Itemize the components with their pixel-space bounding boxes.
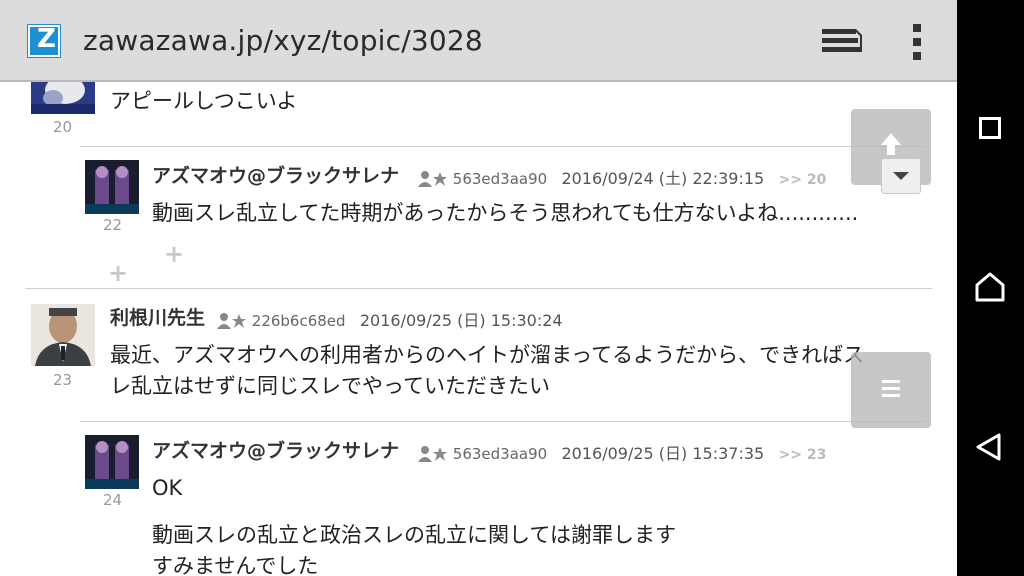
thread-content[interactable]: 20 アピールしつこいよ 22 アズマオウ@ブラックサレナ 563ed3aa90… — [0, 82, 957, 576]
chevron-down-icon — [893, 172, 909, 180]
avatar[interactable] — [31, 304, 95, 366]
poster-name: アズマオウ@ブラックサレナ — [152, 165, 400, 187]
post-body-line: 最近、アズマオウへの利用者からのヘイトが溜まってるようだから、できればス — [110, 343, 865, 367]
browser-toolbar: Z zawazawa.jp/xyz/topic/3028 — [0, 0, 957, 82]
url-bar[interactable]: zawazawa.jp/xyz/topic/3028 — [83, 24, 483, 57]
user-icon — [418, 171, 447, 187]
post-date: 2016/09/25 (日) 15:37:35 — [561, 444, 765, 463]
post-number: 24 — [103, 491, 123, 509]
post-body: 動画スレ乱立してた時期があったからそう思われても仕方ないよね..........… — [152, 201, 859, 225]
recents-square-icon[interactable] — [979, 117, 1001, 139]
user-id: 563ed3aa90 — [452, 445, 548, 463]
poster-name: アズマオウ@ブラックサレナ — [152, 440, 400, 462]
post-number: 20 — [53, 118, 73, 136]
android-nav-bar — [957, 0, 1024, 576]
divider — [80, 146, 925, 147]
post-number: 22 — [103, 216, 123, 234]
post-body-line: すみませんでした — [152, 554, 319, 576]
reply-link[interactable]: >> 20 — [779, 172, 827, 188]
divider — [80, 421, 925, 422]
hamburger-icon — [882, 380, 900, 397]
page-menu-button[interactable] — [851, 352, 931, 428]
post-meta: 563ed3aa90 2016/09/24 (土) 22:39:15 >> 20 — [418, 165, 826, 189]
post-body-line: OK — [152, 476, 183, 500]
site-favicon: Z — [28, 24, 60, 57]
expand-button[interactable] — [881, 158, 921, 194]
post-date: 2016/09/24 (土) 22:39:15 — [561, 169, 765, 188]
post-date: 2016/09/25 (日) 15:30:24 — [359, 311, 563, 330]
avatar[interactable] — [85, 160, 139, 214]
expand-plus-icon[interactable]: + — [164, 240, 184, 268]
post-body-line: 動画スレの乱立と政治スレの乱立に関しては謝罪します — [152, 523, 676, 547]
user-icon — [217, 313, 246, 329]
poster-name: 利根川先生 — [110, 307, 206, 329]
post-body-line: レ乱立はせずに同じスレでやっていただきたい — [110, 374, 550, 398]
post-meta: 226b6c68ed 2016/09/25 (日) 15:30:24 — [217, 307, 563, 331]
tabs-icon[interactable] — [822, 27, 862, 57]
home-icon[interactable] — [975, 272, 1005, 302]
post-number: 23 — [53, 371, 73, 389]
divider — [25, 288, 932, 289]
reply-link[interactable]: >> 23 — [779, 447, 827, 463]
user-id: 226b6c68ed — [251, 312, 346, 330]
post-meta: 563ed3aa90 2016/09/25 (日) 15:37:35 >> 23 — [418, 440, 826, 464]
expand-plus-icon[interactable]: + — [108, 259, 128, 287]
post-body: アピールしつこいよ — [110, 89, 298, 113]
avatar[interactable] — [85, 435, 139, 489]
user-id: 563ed3aa90 — [452, 170, 548, 188]
back-triangle-icon[interactable] — [976, 433, 1002, 461]
avatar[interactable] — [31, 82, 95, 114]
user-icon — [418, 446, 447, 462]
overflow-menu-icon[interactable] — [912, 24, 922, 60]
